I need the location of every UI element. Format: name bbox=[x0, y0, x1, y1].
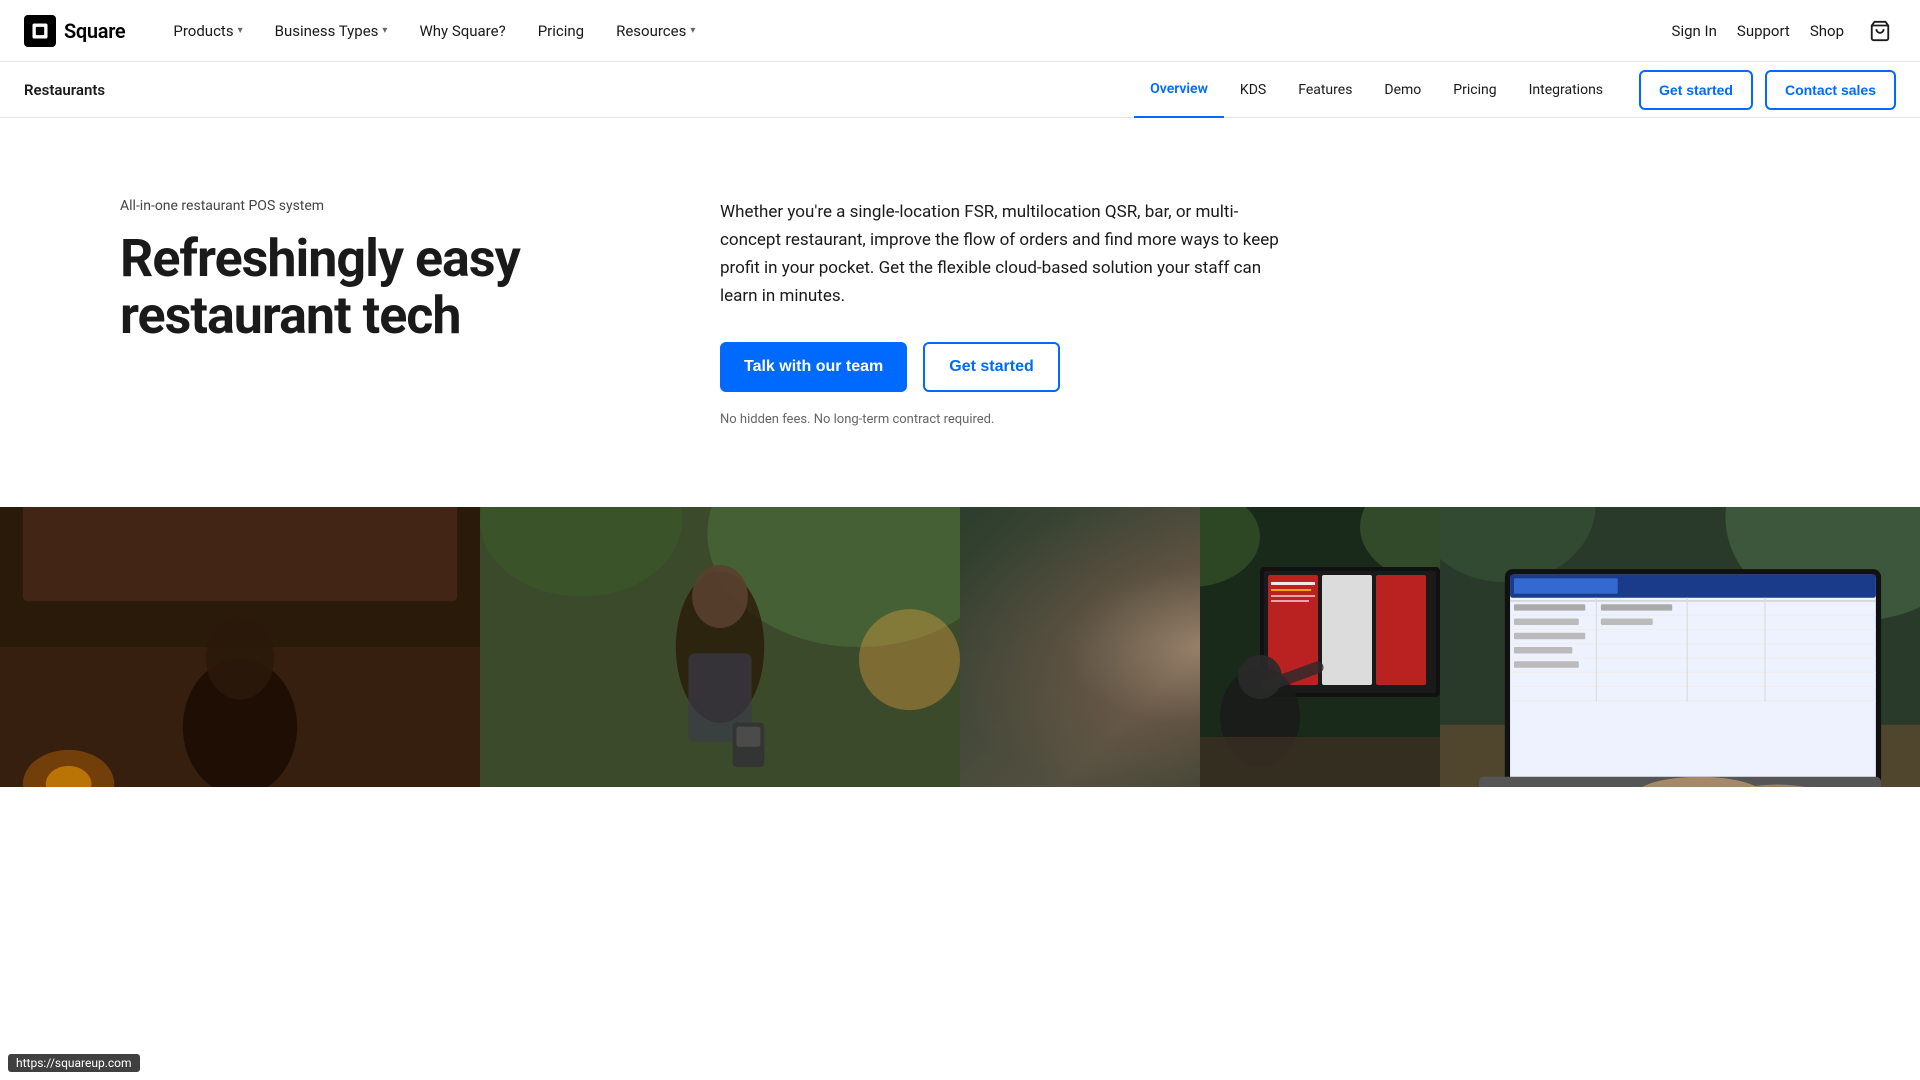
hero-subtitle: All-in-one restaurant POS system bbox=[120, 198, 640, 214]
sub-nav-demo[interactable]: Demo bbox=[1368, 62, 1437, 118]
resources-chevron-icon: ▾ bbox=[690, 25, 695, 36]
hero-footnote: No hidden fees. No long-term contract re… bbox=[720, 412, 1280, 427]
photo-cell-kitchen bbox=[0, 507, 480, 787]
sub-nav-get-started-button[interactable]: Get started bbox=[1639, 70, 1753, 110]
sub-nav-features[interactable]: Features bbox=[1282, 62, 1368, 118]
shop-link[interactable]: Shop bbox=[1810, 22, 1844, 40]
sign-in-link[interactable]: Sign In bbox=[1672, 22, 1717, 40]
nav-item-why-square[interactable]: Why Square? bbox=[403, 0, 521, 62]
url-bar: https://squareup.com bbox=[8, 1054, 140, 1072]
support-link[interactable]: Support bbox=[1737, 22, 1790, 40]
sub-nav-kds[interactable]: KDS bbox=[1224, 62, 1282, 118]
nav-item-pricing[interactable]: Pricing bbox=[522, 0, 600, 62]
nav-item-business-types[interactable]: Business Types ▾ bbox=[259, 0, 404, 62]
sub-navigation: Restaurants Overview KDS Features Demo P… bbox=[0, 62, 1920, 118]
photo-scene-laptop bbox=[1440, 507, 1920, 787]
hero-body-text: Whether you're a single-location FSR, mu… bbox=[720, 198, 1280, 310]
photo-cell-laptop bbox=[1440, 507, 1920, 787]
sub-nav-brand: Restaurants bbox=[24, 81, 105, 99]
hero-left-column: All-in-one restaurant POS system Refresh… bbox=[120, 198, 640, 344]
logo-icon bbox=[24, 15, 56, 47]
hero-title: Refreshingly easy restaurant tech bbox=[120, 230, 640, 344]
nav-item-products[interactable]: Products ▾ bbox=[157, 0, 258, 62]
photo-cell-kds bbox=[960, 507, 1440, 787]
sub-nav-overview[interactable]: Overview bbox=[1134, 62, 1224, 118]
hero-title-line2: restaurant tech bbox=[120, 285, 461, 346]
cart-icon[interactable] bbox=[1864, 15, 1896, 47]
nav-right-links: Sign In Support Shop bbox=[1672, 15, 1896, 47]
hero-right-column: Whether you're a single-location FSR, mu… bbox=[720, 198, 1280, 427]
photo-scene-server bbox=[480, 507, 960, 787]
sub-nav-links: Overview KDS Features Demo Pricing Integ… bbox=[153, 62, 1896, 118]
photo-cell-server bbox=[480, 507, 960, 787]
talk-with-team-button[interactable]: Talk with our team bbox=[720, 342, 907, 392]
logo[interactable]: Square bbox=[24, 15, 125, 47]
nav-item-resources[interactable]: Resources ▾ bbox=[600, 0, 711, 62]
photo-scene-kds bbox=[960, 507, 1440, 787]
logo-wordmark: Square bbox=[64, 19, 125, 43]
sub-nav-contact-sales-button[interactable]: Contact sales bbox=[1765, 70, 1896, 110]
hero-cta-group: Talk with our team Get started bbox=[720, 342, 1280, 392]
products-chevron-icon: ▾ bbox=[238, 25, 243, 36]
main-nav-items: Products ▾ Business Types ▾ Why Square? … bbox=[157, 0, 1671, 62]
photo-strip bbox=[0, 507, 1920, 787]
business-types-chevron-icon: ▾ bbox=[382, 25, 387, 36]
photo-scene-kitchen bbox=[0, 507, 480, 787]
sub-nav-integrations[interactable]: Integrations bbox=[1513, 62, 1619, 118]
hero-title-line1: Refreshingly easy bbox=[120, 228, 520, 289]
top-navigation: Square Products ▾ Business Types ▾ Why S… bbox=[0, 0, 1920, 62]
hero-get-started-button[interactable]: Get started bbox=[923, 342, 1059, 392]
sub-nav-pricing[interactable]: Pricing bbox=[1437, 62, 1512, 118]
hero-section: All-in-one restaurant POS system Refresh… bbox=[0, 118, 1920, 507]
sub-nav-ctas: Get started Contact sales bbox=[1639, 70, 1896, 110]
